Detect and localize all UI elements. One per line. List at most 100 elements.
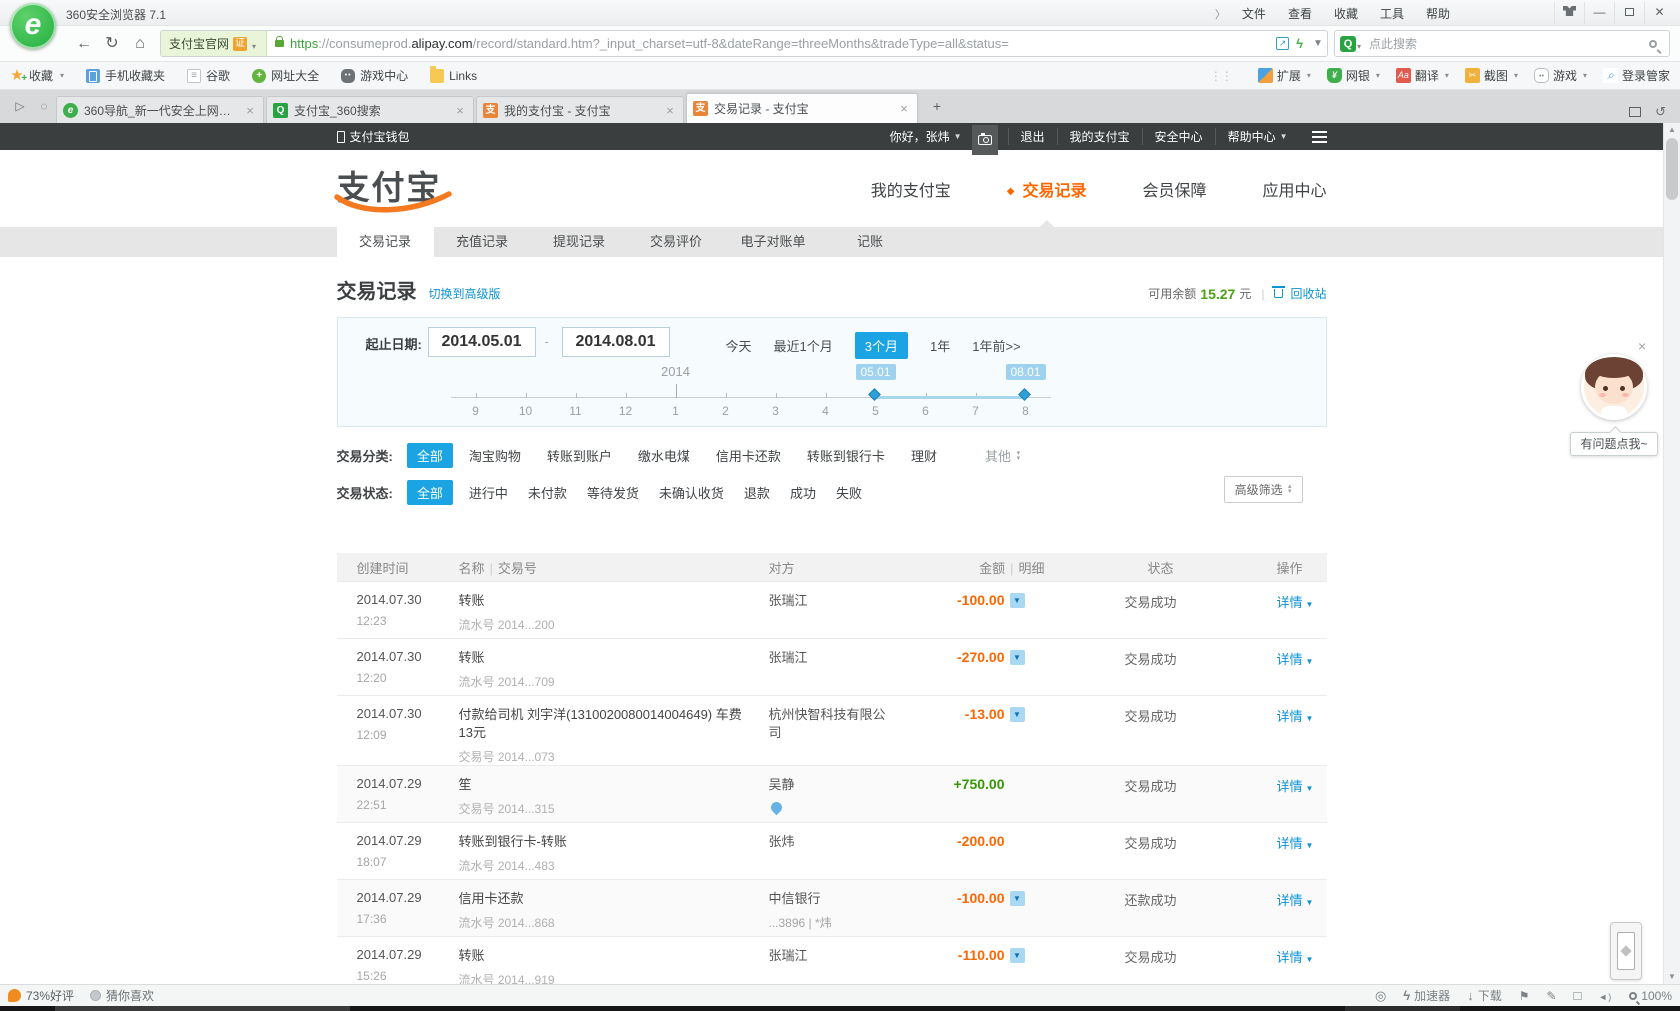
detail-link[interactable]: 详情 ▼: [1277, 779, 1314, 794]
incognito-button[interactable]: ◌: [32, 95, 56, 119]
subtab-1[interactable]: 充值记录: [434, 227, 531, 257]
plugin-2[interactable]: Aa 翻译 ▾: [1395, 67, 1449, 84]
browser-tab-1[interactable]: Q 支付宝_360搜索 ×: [266, 96, 474, 123]
amount-detail-toggle-icon[interactable]: ▼: [1009, 707, 1025, 722]
status-item-7[interactable]: 失败: [836, 483, 862, 502]
status-item-6[interactable]: 成功: [790, 483, 816, 502]
browser-tab-3[interactable]: 支交易记录 - 支付宝 ×: [686, 93, 918, 123]
category-item-1[interactable]: 淘宝购物: [469, 446, 521, 465]
nav-item-1[interactable]: 交易记录: [1007, 177, 1086, 201]
close-button[interactable]: ✕: [1644, 2, 1674, 24]
mobile-app-button[interactable]: [1610, 922, 1642, 980]
speed-boost-icon[interactable]: ϟ: [1296, 36, 1303, 51]
tab-close-icon[interactable]: ×: [453, 103, 467, 118]
category-item-5[interactable]: 转账到银行卡: [807, 446, 885, 465]
quick-date-0[interactable]: 今天: [726, 336, 752, 355]
search-input[interactable]: [1363, 36, 1649, 51]
statusbar-tool-runner[interactable]: 加速器: [1403, 987, 1450, 1004]
vertical-scrollbar[interactable]: ▲ ▼: [1663, 123, 1680, 984]
statusbar-tool-zoom[interactable]: 100%: [1629, 989, 1672, 1003]
status-item-0[interactable]: 全部: [406, 480, 453, 505]
amount-detail-toggle-icon[interactable]: ▼: [1009, 593, 1025, 608]
amount-detail-toggle-icon[interactable]: ▼: [1009, 650, 1025, 665]
bookmark-item-2[interactable]: ≡ 谷歌: [187, 67, 230, 84]
quick-date-1[interactable]: 最近1个月: [774, 336, 833, 355]
site-menu-icon[interactable]: [1311, 130, 1327, 133]
menu-item-1[interactable]: 查看: [1288, 5, 1312, 22]
topbar-link-0[interactable]: 退出: [1007, 128, 1057, 145]
quick-date-2[interactable]: 3个月: [854, 332, 908, 359]
alipay-wallet-link[interactable]: 支付宝钱包: [336, 128, 410, 145]
address-bar[interactable]: 支付宝官网 证 ▾ https://consumeprod.alipay.com…: [160, 30, 1328, 57]
bookmark-item-0[interactable]: ★收藏 ▾: [10, 67, 64, 85]
url-history-caret-icon[interactable]: ▼: [1309, 38, 1327, 49]
plugin-1[interactable]: ¥ 网银 ▾: [1326, 67, 1380, 84]
statusbar-tool-circle[interactable]: [1375, 988, 1386, 1004]
bookmark-item-1[interactable]: 手机收藏夹: [86, 67, 165, 84]
undo-close-tab-icon[interactable]: ↺: [1655, 105, 1666, 118]
date-from-input[interactable]: [427, 327, 536, 357]
detail-link[interactable]: 详情 ▼: [1277, 652, 1314, 667]
plugin-3[interactable]: ✂ 截图 ▾: [1464, 67, 1518, 84]
minimize-button[interactable]: —: [1584, 2, 1614, 24]
advanced-filter-button[interactable]: 高级筛选 ▴ ▾: [1223, 476, 1303, 503]
recycle-bin-link[interactable]: 回收站: [1290, 285, 1326, 302]
bookmark-item-4[interactable]: •• 游戏中心: [341, 67, 408, 84]
detail-link[interactable]: 详情 ▼: [1277, 950, 1314, 965]
status-item-4[interactable]: 未确认收货: [659, 483, 724, 502]
reload-button[interactable]: ↻: [98, 31, 126, 57]
subtab-3[interactable]: 交易评价: [628, 227, 725, 257]
search-magnifier-icon[interactable]: [1649, 39, 1657, 48]
topbar-link-2[interactable]: 安全中心: [1141, 128, 1215, 145]
search-box[interactable]: Q ▾: [1334, 30, 1670, 57]
plugin-0[interactable]: 扩展 ▾: [1257, 67, 1311, 84]
menu-item-4[interactable]: 帮助: [1426, 5, 1450, 22]
statusbar-tool-speaker[interactable]: [1598, 989, 1612, 1003]
topbar-link-1[interactable]: 我的支付宝: [1056, 128, 1142, 145]
category-item-2[interactable]: 转账到账户: [547, 446, 612, 465]
menu-expand-icon[interactable]: 〉: [1215, 6, 1226, 22]
scroll-up-icon[interactable]: ▲: [1664, 123, 1680, 137]
statusbar-tool-download[interactable]: 下载: [1467, 987, 1502, 1004]
topbar-link-3[interactable]: 帮助中心 ▼: [1214, 128, 1300, 145]
browser-tab-0[interactable]: e 360导航_新一代安全上网导航 ×: [56, 96, 264, 123]
tab-close-icon[interactable]: ×: [663, 103, 677, 118]
statusbar-tool-flag[interactable]: [1519, 989, 1530, 1003]
switch-advanced-link[interactable]: 切换到高级版: [429, 285, 501, 302]
contact-icon[interactable]: [768, 799, 784, 816]
subtab-2[interactable]: 提现记录: [531, 227, 628, 257]
statusbar-tool-monitor[interactable]: [1574, 988, 1582, 1003]
search-engine-icon[interactable]: Q: [1340, 35, 1356, 52]
tab-close-icon[interactable]: ×: [243, 103, 257, 118]
new-tab-button[interactable]: +: [924, 97, 950, 117]
home-button[interactable]: ⌂: [126, 31, 154, 57]
category-item-4[interactable]: 信用卡还款: [716, 446, 781, 465]
category-more-link[interactable]: 其他 ▾ ▾: [985, 446, 1020, 465]
site-identity-badge[interactable]: 支付宝官网 证 ▾: [161, 31, 268, 56]
detail-link[interactable]: 详情 ▼: [1277, 893, 1314, 908]
category-item-6[interactable]: 理财: [911, 446, 937, 465]
detail-link[interactable]: 详情 ▼: [1277, 836, 1314, 851]
alipay-logo[interactable]: 支付宝: [333, 161, 452, 217]
menu-item-2[interactable]: 收藏: [1334, 5, 1358, 22]
menu-item-3[interactable]: 工具: [1380, 5, 1404, 22]
menu-item-0[interactable]: 文件: [1242, 5, 1266, 22]
status-item-5[interactable]: 退款: [744, 483, 770, 502]
status-item-3[interactable]: 等待发货: [587, 483, 639, 502]
reopen-page-icon[interactable]: [1629, 107, 1642, 117]
detail-link[interactable]: 详情 ▼: [1277, 709, 1314, 724]
scrollbar-thumb[interactable]: [1666, 138, 1678, 200]
skin-button[interactable]: [1554, 2, 1584, 24]
user-greeting[interactable]: 你好，张炜 ▼: [890, 128, 962, 145]
browser-tab-2[interactable]: 支我的支付宝 - 支付宝 ×: [476, 96, 684, 123]
category-item-3[interactable]: 缴水电煤: [638, 446, 690, 465]
quick-date-4[interactable]: 1年前>>: [972, 336, 1020, 355]
quick-date-3[interactable]: 1年: [930, 336, 950, 355]
search-engine-caret-icon[interactable]: ▾: [1357, 42, 1361, 51]
statusbar-tool-feather[interactable]: [1546, 989, 1556, 1003]
suggestion-toggle[interactable]: 猜你喜欢: [90, 987, 154, 1004]
assistant-bubble[interactable]: 有问题点我~: [1570, 432, 1658, 456]
status-item-2[interactable]: 未付款: [528, 483, 567, 502]
nav-item-3[interactable]: 应用中心: [1262, 177, 1326, 201]
nav-item-0[interactable]: 我的支付宝: [871, 177, 951, 201]
